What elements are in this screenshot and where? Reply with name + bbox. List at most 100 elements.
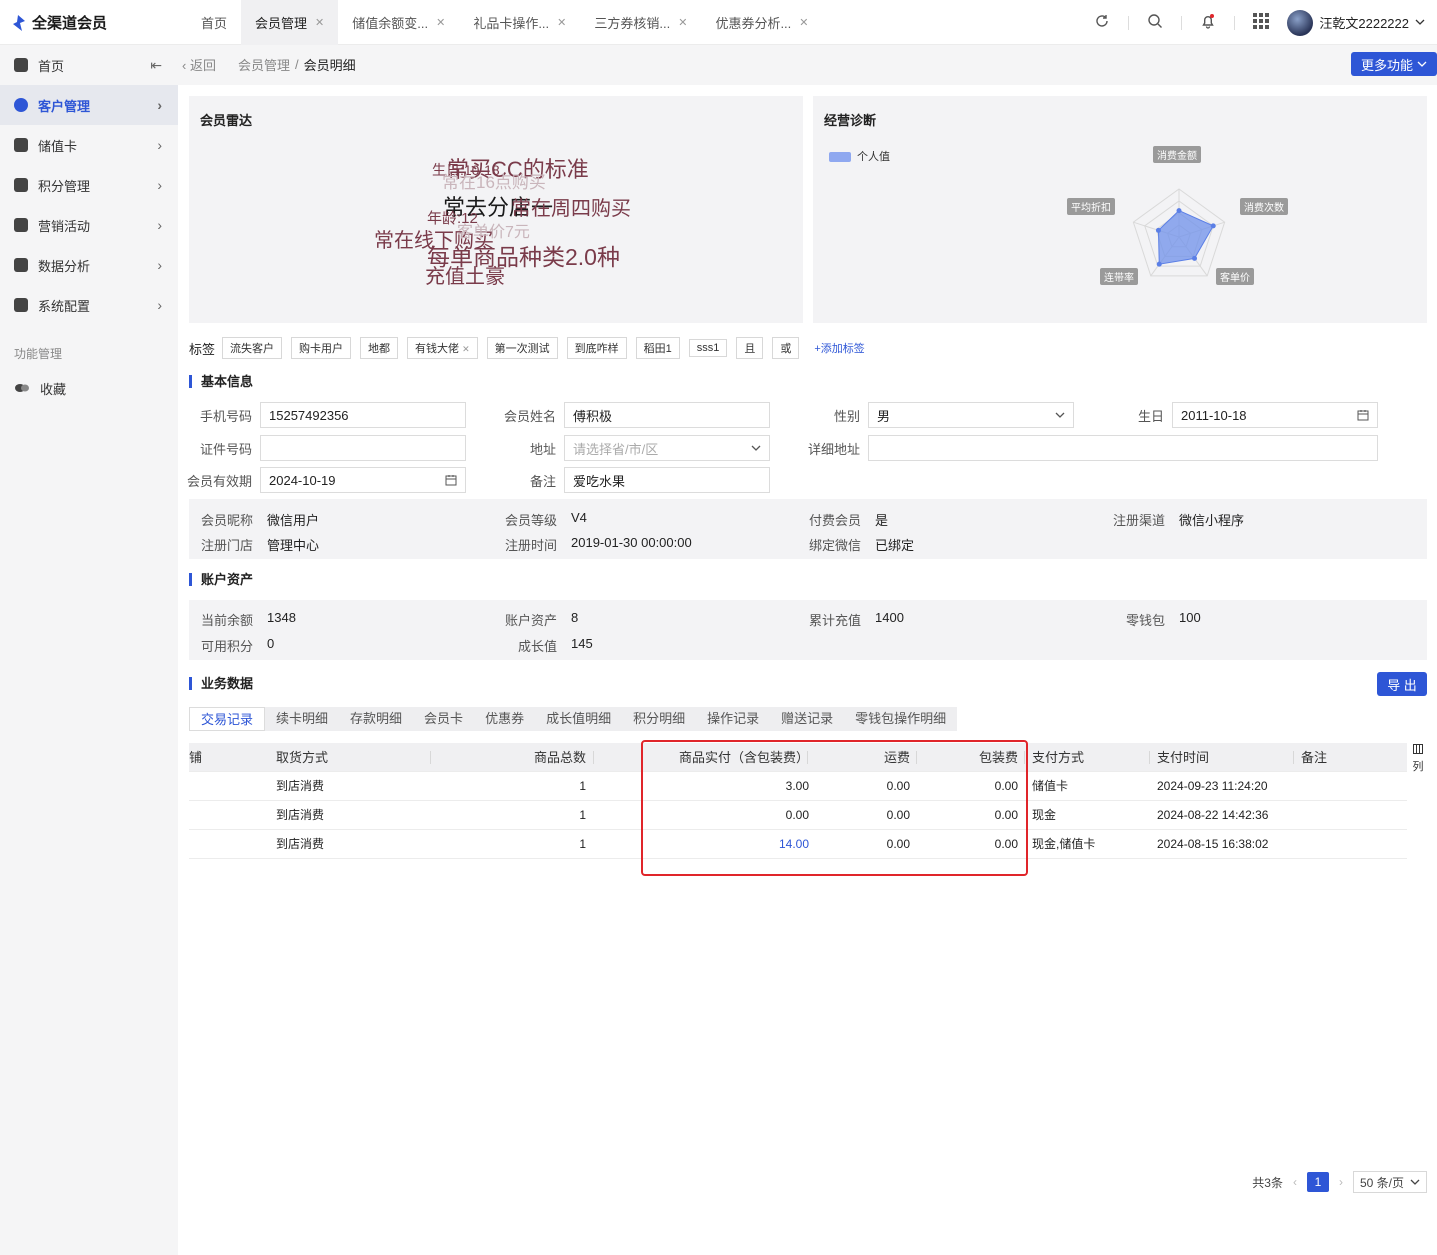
back-link[interactable]: ‹ 返回	[182, 55, 216, 74]
page-size-select[interactable]: 50 条/页	[1352, 1171, 1427, 1193]
info-item: 付费会员是	[797, 510, 888, 529]
tag-chip[interactable]: sss1	[688, 339, 728, 357]
info-item: 会员等级 V4	[493, 510, 587, 529]
close-icon[interactable]: ✕	[799, 16, 808, 29]
field-label: 证件号码	[199, 441, 252, 457]
subtab-8[interactable]: 赠送记录	[770, 707, 844, 731]
remark-input[interactable]: 爱吃水果	[564, 467, 770, 493]
sidebar-item-favorites[interactable]: 收藏	[0, 368, 178, 408]
subtab-9[interactable]: 零钱包操作明细	[844, 707, 957, 731]
sidebar-item-label: 数据分析	[38, 258, 91, 274]
app-logo[interactable]: 全渠道会员	[10, 12, 107, 33]
tag-chip[interactable]: 流失客户	[222, 337, 283, 359]
id-number-input[interactable]	[260, 435, 466, 461]
add-tag-link[interactable]: +添加标签	[814, 340, 864, 356]
sidebar-item-5[interactable]: 数据分析 ›	[0, 245, 178, 285]
tab-4[interactable]: 三方券核销... ✕	[580, 0, 701, 45]
info-label: 成长值	[517, 639, 557, 654]
sidebar-item-2[interactable]: 储值卡 ›	[0, 125, 178, 165]
tag-chip[interactable]: 第一次测试	[486, 337, 558, 359]
info-label: 累计充值	[808, 613, 861, 628]
column-divider[interactable]	[593, 751, 594, 764]
subtab-6[interactable]: 积分明细	[622, 707, 696, 731]
sidebar-item-0[interactable]: 首页 ⇤	[0, 45, 178, 85]
breadcrumb-parent[interactable]: 会员管理	[238, 55, 290, 74]
close-icon[interactable]: ✕	[315, 16, 324, 29]
column-header: 支付时间	[1157, 750, 1210, 765]
refresh-icon[interactable]	[1094, 13, 1110, 32]
column-divider[interactable]	[430, 751, 431, 764]
export-button[interactable]: 导 出	[1377, 672, 1427, 696]
more-functions-button[interactable]: 更多功能	[1350, 52, 1437, 76]
collapse-icon[interactable]: ⇤	[150, 57, 162, 74]
column-settings[interactable]: 列	[1410, 743, 1426, 775]
next-page-icon[interactable]: ›	[1339, 1175, 1343, 1189]
sidebar-item-4[interactable]: 营销活动 ›	[0, 205, 178, 245]
tag-chip[interactable]: 购卡用户	[291, 337, 352, 359]
radar-axis-label: 客单价	[1216, 268, 1254, 285]
subtab-3[interactable]: 会员卡	[413, 707, 474, 731]
prev-page-icon[interactable]: ‹	[1293, 1175, 1297, 1189]
calendar-icon	[1357, 410, 1369, 421]
gender-select[interactable]: 男	[868, 402, 1074, 428]
breadcrumb: ‹ 返回 会员管理 / 会员明细	[178, 45, 1437, 83]
close-icon[interactable]: ✕	[557, 16, 566, 29]
form-row: 地址 请选择省/市/区	[482, 435, 770, 461]
table-cell: 1	[579, 779, 586, 793]
tab-1[interactable]: 会员管理 ✕	[241, 0, 339, 45]
close-icon[interactable]: ✕	[462, 344, 470, 354]
tag-chip[interactable]: 或	[772, 337, 800, 359]
tab-0[interactable]: 首页	[187, 0, 241, 45]
form-row: 详细地址	[786, 435, 1378, 461]
table-cell: 现金,储值卡	[1032, 837, 1096, 851]
subtab-5[interactable]: 成长值明细	[535, 707, 622, 731]
phone-input[interactable]: 15257492356	[260, 402, 466, 428]
table-cell: 到店消费	[276, 808, 325, 822]
radar-point	[1192, 255, 1198, 261]
tag-chip[interactable]: 稻田1	[635, 337, 680, 359]
name-input[interactable]: 傅积极	[564, 402, 770, 428]
close-icon[interactable]: ✕	[436, 16, 445, 29]
detail-address-input[interactable]	[868, 435, 1378, 461]
tab-5[interactable]: 优惠券分析... ✕	[701, 0, 822, 45]
info-label: 账户资产	[504, 613, 557, 628]
search-icon[interactable]	[1147, 13, 1163, 32]
subtab-2[interactable]: 存款明细	[339, 707, 413, 731]
column-divider[interactable]	[1293, 751, 1294, 764]
table-cell: 2024-09-23 11:24:20	[1157, 779, 1268, 793]
member-radar-card: 会员雷达 常买CC的标准 生日:10-18 常在16点购买 常去分店一 常在周四购买 年龄…	[189, 96, 803, 323]
tag-chip[interactable]: 到底咋样	[566, 337, 627, 359]
info-label: 当前余额	[200, 613, 253, 628]
sidebar-item-3[interactable]: 积分管理 ›	[0, 165, 178, 205]
subtab-7[interactable]: 操作记录	[696, 707, 770, 731]
tag-chip[interactable]: 有钱大佬 ✕	[407, 337, 478, 359]
subtab-1[interactable]: 续卡明细	[265, 707, 339, 731]
tab-2[interactable]: 储值余额变... ✕	[338, 0, 459, 45]
tag-label: 且	[744, 343, 756, 355]
account-assets-block: 当前余额 1348 账户资产 8 累计充值 1400 零钱包 100 可用积分 0 成长值 145	[189, 600, 1427, 660]
subtab-0[interactable]: 交易记录	[189, 707, 266, 731]
tag-label: 流失客户	[230, 343, 275, 355]
info-item: 注册时间 2019-01-30 00:00:00	[493, 535, 692, 554]
apps-grid-icon[interactable]	[1253, 13, 1270, 32]
tag-chip[interactable]: 且	[736, 337, 764, 359]
tag-label: 或	[780, 343, 792, 355]
user-name: 汪乾文2222222	[1319, 16, 1409, 31]
validity-date-picker[interactable]: 2024-10-19	[260, 467, 466, 493]
sidebar-item-label: 客户管理	[38, 98, 91, 114]
sidebar-item-1[interactable]: 客户管理 ›	[0, 85, 178, 125]
tab-3[interactable]: 礼品卡操作... ✕	[459, 0, 580, 45]
subtab-4[interactable]: 优惠券	[474, 707, 535, 731]
tag-label: 到底咋样	[574, 343, 619, 355]
user-menu[interactable]: 汪乾文2222222	[1287, 9, 1425, 36]
column-divider[interactable]	[1149, 751, 1150, 764]
user-icon	[14, 98, 28, 112]
tag-chip[interactable]: 地都	[360, 337, 399, 359]
form-row: 会员姓名 傅积极	[482, 402, 770, 428]
close-icon[interactable]: ✕	[678, 16, 687, 29]
page-number[interactable]: 1	[1306, 1172, 1329, 1192]
address-cascader[interactable]: 请选择省/市/区	[564, 435, 770, 461]
bell-icon[interactable]	[1200, 13, 1216, 32]
sidebar-item-6[interactable]: 系统配置 ›	[0, 285, 178, 325]
birthday-picker[interactable]: 2011-10-18	[1172, 402, 1378, 428]
